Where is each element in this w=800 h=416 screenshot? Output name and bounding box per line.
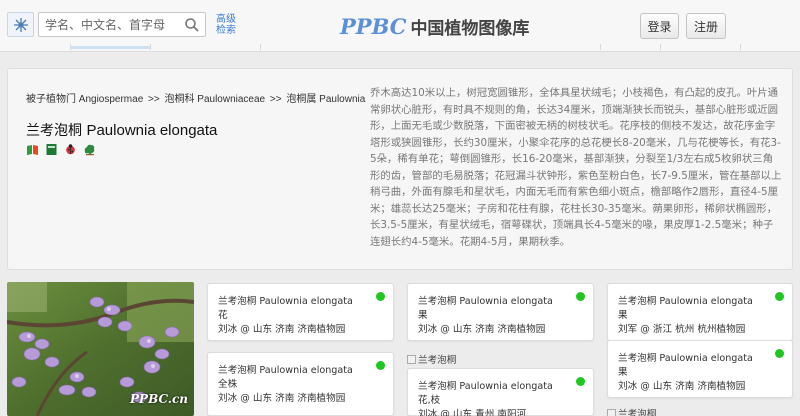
breadcrumb-separator: >> (148, 94, 160, 105)
species-icon-row (26, 143, 96, 156)
species-info-panel: 被子植物门 Angiospermae >> 泡桐科 Paulowniaceae … (7, 68, 793, 270)
search-input[interactable] (39, 13, 179, 36)
site-brand: PPBC (340, 14, 407, 39)
card-title[interactable]: 兰考泡桐 Paulownia elongata (218, 293, 353, 307)
status-dot (376, 292, 385, 301)
search-box (38, 12, 206, 37)
species-title: 兰考泡桐 Paulownia elongata (26, 120, 217, 140)
card-author: 刘冰 @ 山东 济南 济南植物园 (418, 324, 546, 335)
species-latin-name: Paulownia elongata (86, 122, 218, 139)
advanced-search-link[interactable]: 高级检索 (216, 14, 242, 36)
card-part: 果 (618, 310, 628, 321)
breadcrumb-genus[interactable]: 泡桐属 Paulownia (286, 94, 365, 105)
card-title[interactable]: 兰考泡桐 Paulownia elongata (618, 293, 753, 307)
book-icon[interactable] (26, 143, 39, 156)
card-title[interactable]: 兰考泡桐 Paulownia elongata (418, 293, 553, 307)
breadcrumb-phylum[interactable]: 被子植物门 Angiospermae (26, 94, 143, 105)
species-chinese-name: 兰考泡桐 (26, 123, 82, 139)
top-bar: 高级检索 PPBC 中国植物图像库 登录 注册 (0, 0, 800, 52)
card-title[interactable]: 兰考泡桐 Paulownia elongata (618, 350, 753, 364)
card-title[interactable]: 兰考泡桐 Paulownia elongata (418, 378, 553, 392)
green-book-icon[interactable] (45, 143, 58, 156)
photo-card[interactable]: 兰考泡桐 Paulownia elongata 花 刘冰 @ 山东 济南 济南植… (207, 283, 394, 341)
login-button[interactable]: 登录 (640, 13, 679, 39)
photo-card[interactable]: 兰考泡桐 Paulownia elongata 花,枝 刘冰 @ 山东 青州 南… (407, 368, 594, 416)
photo-card[interactable]: 兰考泡桐 Paulownia elongata 全株 刘冰 @ 山东 济南 济南… (207, 352, 394, 416)
photo-card[interactable]: 兰考泡桐 Paulownia elongata 果 刘军 @ 浙江 杭州 杭州植… (607, 283, 793, 341)
broken-image-alt: 兰考泡桐 (418, 355, 457, 366)
breadcrumb-family[interactable]: 泡桐科 Paulowniaceae (165, 94, 266, 105)
search-icon[interactable] (184, 17, 200, 33)
map-icon[interactable] (83, 143, 96, 156)
logo-button[interactable] (7, 12, 34, 37)
status-dot (376, 361, 385, 370)
card-part: 花,枝 (418, 395, 441, 406)
card-author: 刘冰 @ 山东 济南 济南植物园 (618, 381, 746, 392)
photo-card[interactable]: 兰考泡桐 Paulownia elongata 果 刘冰 @ 山东 济南 济南植… (607, 340, 793, 398)
card-part: 全株 (218, 379, 238, 390)
card-part: 果 (618, 367, 628, 378)
active-tab-indicator (70, 46, 150, 49)
register-button[interactable]: 注册 (686, 13, 726, 39)
status-dot (576, 377, 585, 386)
flower-logo-icon (13, 17, 28, 32)
card-author: 刘军 @ 浙江 杭州 杭州植物园 (618, 324, 746, 335)
broken-image-icon (407, 354, 416, 364)
card-author: 刘冰 @ 山东 青州 南阳河 (418, 409, 527, 416)
card-author: 刘冰 @ 山东 济南 济南植物园 (218, 393, 346, 404)
status-dot (775, 292, 784, 301)
card-author: 刘冰 @ 山东 济南 济南植物园 (218, 324, 346, 335)
status-dot (576, 292, 585, 301)
broken-image-icon (607, 408, 616, 416)
site-name: 中国植物图像库 (410, 19, 530, 39)
breadcrumb: 被子植物门 Angiospermae >> 泡桐科 Paulowniaceae … (26, 90, 365, 105)
status-dot (775, 349, 784, 358)
main-plant-photo[interactable]: PPBC.cn (7, 282, 194, 416)
broken-image[interactable]: 兰考泡桐 (407, 352, 456, 366)
broken-image-alt: 兰考泡桐 (618, 409, 657, 416)
bug-icon[interactable] (64, 143, 77, 156)
card-part: 果 (418, 310, 428, 321)
species-description: 乔木高达10米以上，树冠宽圆锥形，全体具星状绒毛；小枝褐色，有凸起的皮孔。叶片通… (370, 87, 782, 248)
broken-image[interactable]: 兰考泡桐 (607, 406, 656, 416)
site-title[interactable]: PPBC 中国植物图像库 (340, 14, 529, 40)
card-title[interactable]: 兰考泡桐 Paulownia elongata (218, 362, 353, 376)
card-part: 花 (218, 310, 228, 321)
photo-watermark: PPBC.cn (130, 392, 188, 406)
breadcrumb-separator: >> (269, 94, 282, 105)
photo-card[interactable]: 兰考泡桐 Paulownia elongata 果 刘冰 @ 山东 济南 济南植… (407, 283, 594, 341)
